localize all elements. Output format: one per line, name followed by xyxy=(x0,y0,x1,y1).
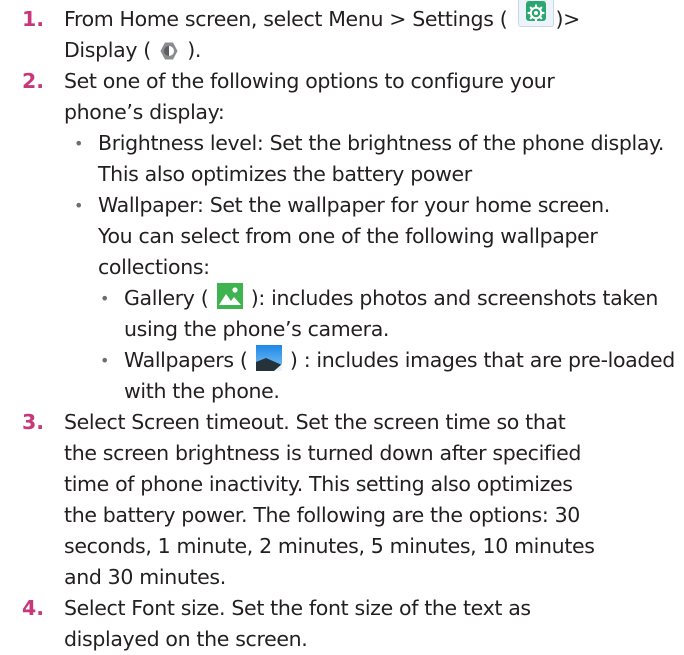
bullet-wallpaper-line-2: You can select from one of the following… xyxy=(0,221,684,252)
step-2-line-2: phone’s display: xyxy=(0,97,684,128)
step-text: ). xyxy=(187,38,202,62)
sub-bullet-text: with the phone. xyxy=(124,379,280,403)
settings-gear-icon xyxy=(517,0,554,27)
step-text: )> xyxy=(555,7,581,31)
step-1-line-1: 1. From Home screen, select Menu > Setti… xyxy=(0,0,684,35)
step-text: From Home screen, select Menu > Settings… xyxy=(64,7,508,31)
step-text: Select Screen timeout. Set the screen ti… xyxy=(64,410,566,434)
step-text: the screen brightness is turned down aft… xyxy=(64,441,582,465)
instruction-page: 1. From Home screen, select Menu > Setti… xyxy=(0,0,684,651)
sub-bullet-text: Gallery ( xyxy=(124,286,209,310)
step-number: 3. xyxy=(22,410,45,434)
bullet-wallpaper-line-3: collections: xyxy=(0,252,684,283)
bullet-wallpaper-line-1: • Wallpaper: Set the wallpaper for your … xyxy=(0,190,684,221)
sub-bullet-text: ) : includes images that are pre-loaded xyxy=(289,348,675,372)
display-brightness-icon xyxy=(159,39,179,60)
bullet-marker: • xyxy=(100,351,110,370)
bullet-text: collections: xyxy=(98,255,210,279)
step-text: Set one of the following options to conf… xyxy=(64,69,555,93)
step-text: seconds, 1 minute, 2 minutes, 5 minutes,… xyxy=(64,534,595,558)
step-text: phone’s display: xyxy=(64,100,225,124)
step-4-line-2: displayed on the screen. xyxy=(0,624,684,655)
step-3-line-5: seconds, 1 minute, 2 minutes, 5 minutes,… xyxy=(0,531,684,562)
sub-bullet-gallery-line-2: using the phone’s camera. xyxy=(0,314,684,345)
bullet-text: This also optimizes the battery power xyxy=(98,162,472,186)
step-text: Select Font size. Set the font size of t… xyxy=(64,596,531,620)
bullet-text: Brightness level: Set the brightness of … xyxy=(98,131,665,155)
sub-bullet-text: using the phone’s camera. xyxy=(124,317,390,341)
bullet-text: You can select from one of the following… xyxy=(98,224,598,248)
sub-bullet-wallpapers-line-2: with the phone. xyxy=(0,376,684,407)
step-4-line-1: 4. Select Font size. Set the font size o… xyxy=(0,593,684,624)
step-text: Display ( xyxy=(64,38,151,62)
step-number: 1. xyxy=(22,7,45,31)
step-1-line-2: Display ( ). xyxy=(0,35,684,66)
step-number: 4. xyxy=(22,596,45,620)
step-text: the battery power. The following are the… xyxy=(64,503,580,527)
bullet-brightness-line-2: This also optimizes the battery power xyxy=(0,159,684,190)
bullet-marker: • xyxy=(74,196,84,215)
step-3-line-2: the screen brightness is turned down aft… xyxy=(0,438,684,469)
step-text: time of phone inactivity. This setting a… xyxy=(64,472,573,496)
bullet-marker: • xyxy=(74,134,84,153)
sub-bullet-text: ): includes photos and screenshots taken xyxy=(250,286,659,310)
step-3-line-6: and 30 minutes. xyxy=(0,562,684,593)
gallery-icon xyxy=(216,283,243,309)
bullet-marker: • xyxy=(100,289,110,308)
bullet-text: Wallpaper: Set the wallpaper for your ho… xyxy=(98,193,610,217)
wallpapers-icon xyxy=(255,345,282,371)
bullet-brightness-line-1: • Brightness level: Set the brightness o… xyxy=(0,128,684,159)
step-3-line-4: the battery power. The following are the… xyxy=(0,500,684,531)
step-3-line-3: time of phone inactivity. This setting a… xyxy=(0,469,684,500)
step-number: 2. xyxy=(22,69,45,93)
sub-bullet-wallpapers-line-1: • Wallpapers ( ) : includes images that … xyxy=(0,345,684,376)
sub-bullet-gallery-line-1: • Gallery ( ): includes photos and scree… xyxy=(0,283,684,314)
step-text: displayed on the screen. xyxy=(64,627,308,651)
step-text: and 30 minutes. xyxy=(64,565,226,589)
step-3-line-1: 3. Select Screen timeout. Set the screen… xyxy=(0,407,684,438)
step-2-line-1: 2. Set one of the following options to c… xyxy=(0,66,684,97)
sub-bullet-text: Wallpapers ( xyxy=(124,348,248,372)
